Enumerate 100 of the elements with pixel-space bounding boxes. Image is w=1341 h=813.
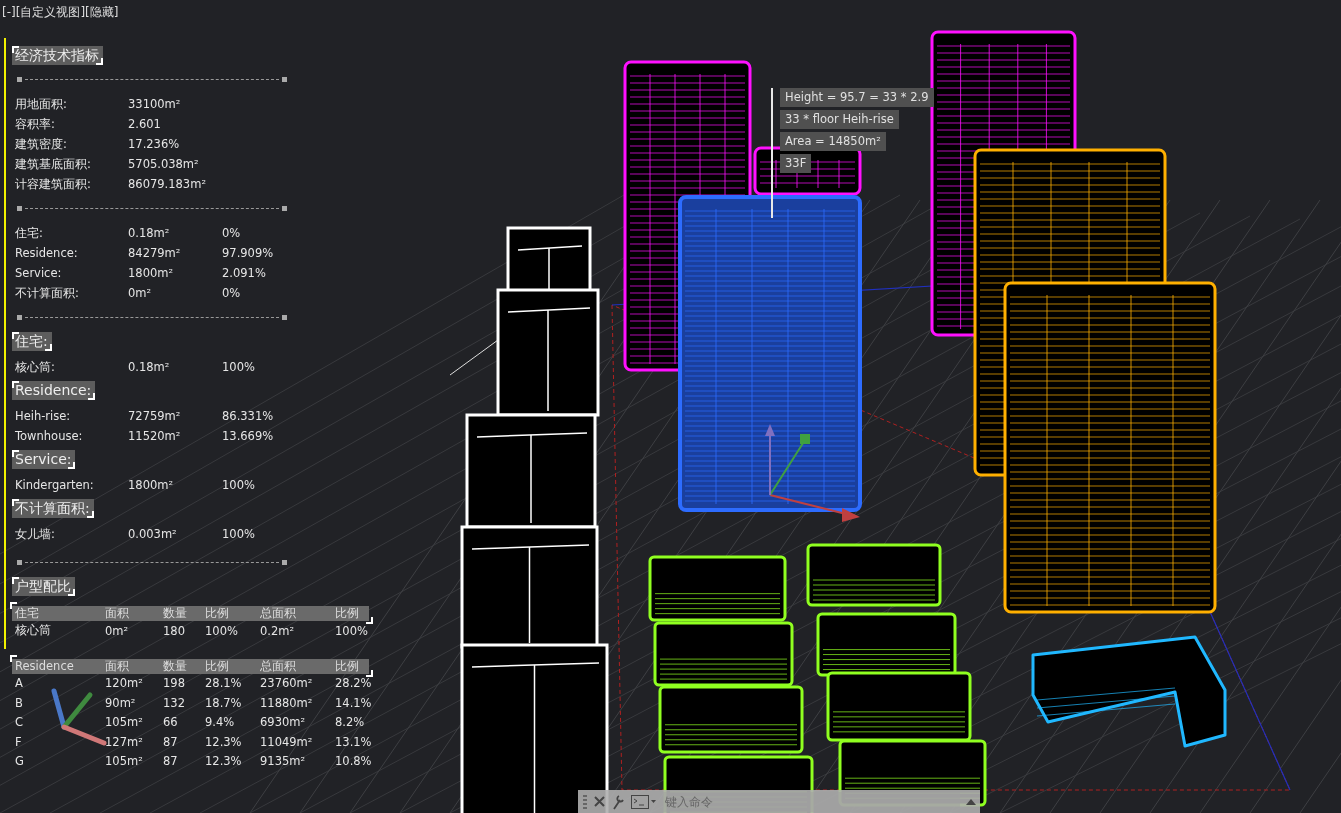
table-cell-text: 100% <box>205 623 239 638</box>
indicator-label: Residence: <box>15 246 79 260</box>
section-title: 经济技术指标 <box>12 46 103 65</box>
indicator-label: 不计算面积: <box>15 285 80 301</box>
indicator-label: Service: <box>15 266 63 280</box>
column-header: 比例 <box>335 606 360 621</box>
column-header: 数量 <box>163 658 188 674</box>
table-cell-text: 105m² <box>105 754 144 769</box>
table-cell-text: B <box>15 695 24 710</box>
indicator-share: 100% <box>222 478 256 492</box>
table-cell-text: 28.1% <box>205 676 243 691</box>
table-cell-text: 0.2m² <box>260 623 296 638</box>
indicator-label: 核心筒: <box>15 359 56 375</box>
indicator-label: Kindergarten: <box>15 478 95 492</box>
indicator-label: 计容建筑面积: <box>15 176 92 192</box>
indicator-label: 用地面积: <box>15 96 68 112</box>
table-cell-text: 66 <box>163 715 179 730</box>
table-cell-text: 132 <box>163 695 186 710</box>
table-cell-text: 0m² <box>105 623 130 638</box>
grip-icon[interactable] <box>582 792 588 811</box>
indicator-value: 33100m² <box>128 97 182 111</box>
move-gizmo-icon <box>765 424 860 522</box>
indicator-value: 17.236% <box>128 137 181 151</box>
indicator-value: 1800m² <box>128 266 175 280</box>
table-cell-text: 11880m² <box>260 695 314 710</box>
table-cell: 28.2% <box>335 676 373 691</box>
table-cell-text: 9.4% <box>205 715 236 730</box>
group-title: Residence: <box>12 381 96 400</box>
table-cell-text: 12.3% <box>205 754 243 769</box>
indicator-label: Townhouse: <box>15 429 84 443</box>
indicator-label: Heih-rise: <box>15 409 72 423</box>
table-cell-text: 87 <box>163 734 179 749</box>
column-header: 数量 <box>163 606 188 621</box>
table-cell-text: F <box>15 734 23 749</box>
indicator-value: 0m² <box>128 286 153 300</box>
indicator-value: 0.18m² <box>128 360 171 374</box>
indicator-label: 建筑基底面积: <box>15 156 92 172</box>
caret-up-icon[interactable] <box>966 798 976 805</box>
wrench-icon[interactable] <box>611 793 625 810</box>
table-cell-text: 核心筒 <box>15 623 52 639</box>
section-title: 户型配比 <box>12 577 75 596</box>
column-header: 面积 <box>105 658 130 674</box>
table-cell-text: C <box>15 715 25 730</box>
indicator-label: 建筑密度: <box>15 136 68 152</box>
viewport-label[interactable]: [-][自定义视图][隐藏] <box>2 4 119 21</box>
table-cell-text: G <box>15 754 25 769</box>
table-cell-text: 87 <box>163 754 179 769</box>
dimension-label: Area = 14850m² <box>780 132 886 151</box>
indicator-share: 0% <box>222 226 242 240</box>
indicator-value: 0.18m² <box>128 226 171 240</box>
indicator-value: 1800m² <box>128 478 175 492</box>
table-cell-text: 8.2% <box>335 715 366 730</box>
indicator-value: 5705.038m² <box>128 157 200 171</box>
indicator-label: 女儿墙: <box>15 526 56 542</box>
table-cell-text: 127m² <box>105 734 144 749</box>
table-cell-text: A <box>15 676 24 691</box>
group-title: 住宅: <box>12 332 52 351</box>
indicator-share: 13.669% <box>222 429 275 443</box>
column-header: 比例 <box>335 658 360 674</box>
dimension-label: Height = 95.7 = 33 * 2.9 <box>780 88 934 107</box>
table-cell-text: 23760m² <box>260 676 314 691</box>
column-header: 总面积 <box>260 606 297 621</box>
table-cell-text: 100% <box>335 623 369 638</box>
close-button[interactable] <box>594 796 605 807</box>
indicator-share: 86.331% <box>222 409 275 423</box>
table-cell-text: 18.7% <box>205 695 243 710</box>
group-title: 不计算面积: <box>12 499 94 518</box>
column-header: Residence <box>15 659 75 673</box>
indicator-share: 100% <box>222 527 256 541</box>
indicator-share: 2.091% <box>222 266 267 280</box>
indicator-value: 2.601 <box>128 117 162 131</box>
table-cell: 13.1% <box>335 734 373 749</box>
indicator-share: 97.909% <box>222 246 275 260</box>
indicator-value: 0.003m² <box>128 527 178 541</box>
indicator-label: 住宅: <box>15 225 44 241</box>
column-header: 住宅 <box>15 606 40 621</box>
table-cell-text: 12.3% <box>205 734 243 749</box>
dimension-label: 33 * floor Heih-rise <box>780 110 899 129</box>
table-cell-text: 180 <box>163 623 186 638</box>
column-header: 总面积 <box>260 658 297 674</box>
table-cell-text: 90m² <box>105 695 137 710</box>
indicator-share: 100% <box>222 360 256 374</box>
table-cell-text: 9135m² <box>260 754 307 769</box>
table-cell-text: 11049m² <box>260 734 314 749</box>
column-header: 面积 <box>105 606 130 621</box>
indicator-share: 0% <box>222 286 242 300</box>
dimension-label: 33F <box>780 154 812 173</box>
table-cell: 10.8% <box>335 754 373 769</box>
column-header: 比例 <box>205 606 230 621</box>
table-cell-text: 198 <box>163 676 186 691</box>
table-cell: 14.1% <box>335 695 373 710</box>
table-cell-text: 105m² <box>105 715 144 730</box>
indicator-label: 容积率: <box>15 116 56 132</box>
column-header: 比例 <box>205 658 230 674</box>
indicator-value: 11520m² <box>128 429 182 443</box>
indicator-value: 84279m² <box>128 246 182 260</box>
table-cell-text: 120m² <box>105 676 144 691</box>
indicator-value: 86079.183m² <box>128 177 207 191</box>
command-prompt-button[interactable] <box>631 794 657 809</box>
table-cell-text: 6930m² <box>260 715 307 730</box>
